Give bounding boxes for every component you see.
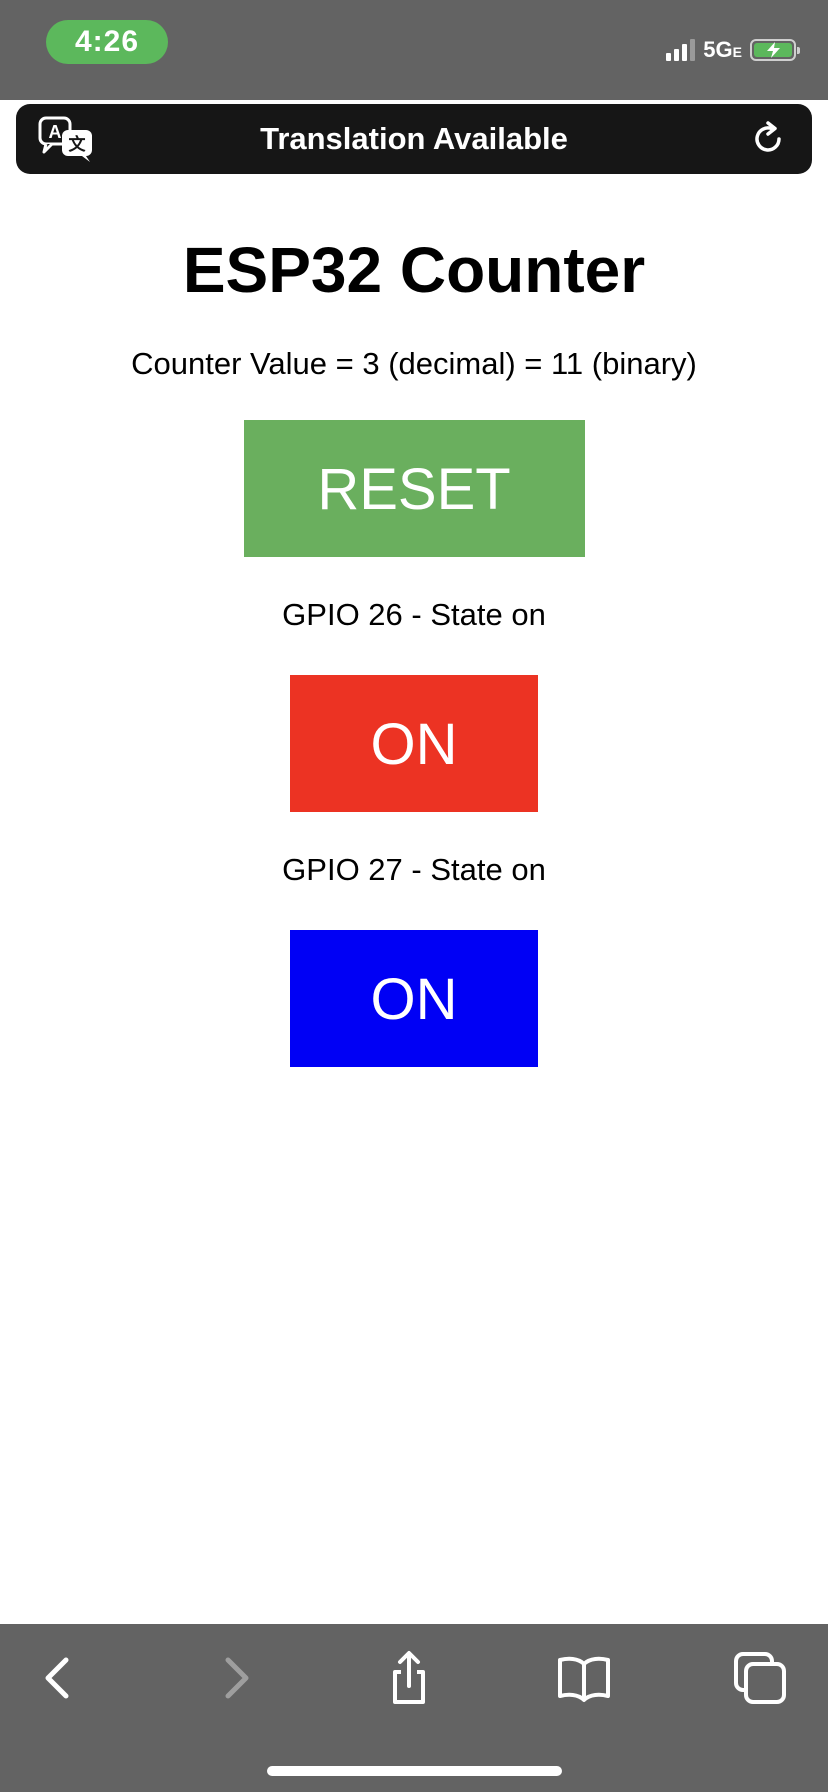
signal-strength-icon <box>666 39 696 61</box>
home-indicator[interactable] <box>267 1766 562 1776</box>
bookmarks-icon[interactable] <box>554 1648 614 1708</box>
gpio-26-toggle-button[interactable]: ON <box>290 675 538 812</box>
page-title: ESP32 Counter <box>182 234 646 306</box>
counter-value-text: Counter Value = 3 (decimal) = 11 (binary… <box>131 346 697 381</box>
status-bar: 4:26 5GE <box>0 0 828 100</box>
status-indicators: 5GE <box>666 34 800 66</box>
back-icon[interactable] <box>28 1648 88 1708</box>
share-icon[interactable] <box>379 1648 439 1708</box>
reset-button[interactable]: RESET <box>243 420 585 557</box>
gpio-27-state-label: GPIO 27 - State on <box>282 852 546 887</box>
translation-title: Translation Available <box>260 121 568 156</box>
forward-icon[interactable] <box>206 1648 266 1708</box>
status-time: 4:26 <box>46 20 168 64</box>
battery-charging-icon <box>750 39 800 61</box>
gpio-27-toggle-button[interactable]: ON <box>290 930 538 1067</box>
translation-banner[interactable]: A 文 Translation Available <box>16 104 812 174</box>
tabs-icon[interactable] <box>730 1648 790 1708</box>
web-page: ESP32 Counter Counter Value = 3 (decimal… <box>0 194 828 1067</box>
reload-icon[interactable] <box>750 121 786 157</box>
network-type: 5GE <box>703 37 742 62</box>
gpio-26-state-label: GPIO 26 - State on <box>282 597 546 632</box>
